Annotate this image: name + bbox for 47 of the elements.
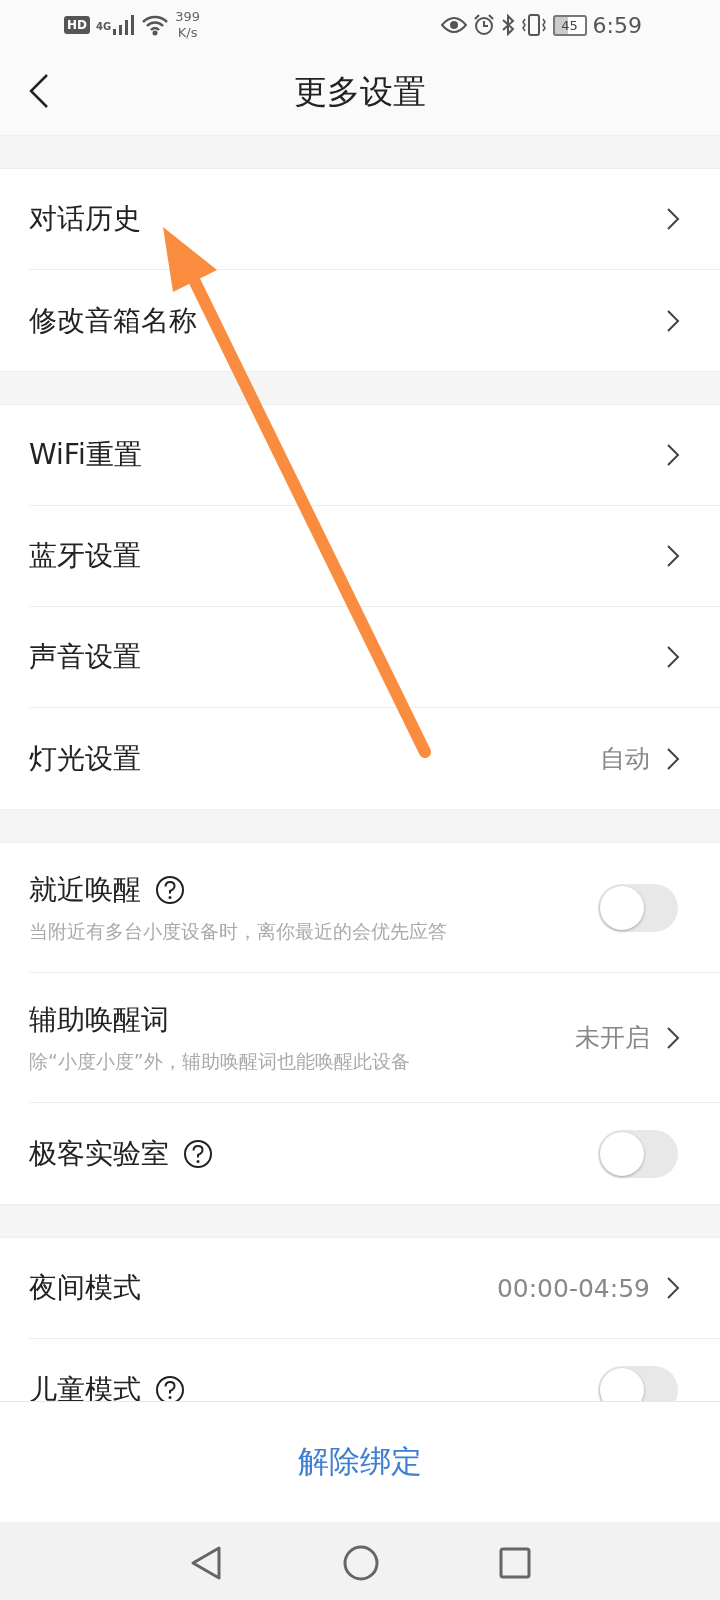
chevron-icon[interactable] <box>666 207 680 231</box>
network-type: 4G <box>96 21 112 32</box>
speed-unit: K/s <box>177 25 198 41</box>
network-speed: 399 <box>175 9 200 25</box>
setting-label: 蓝牙设置 <box>29 538 141 574</box>
vibrate-icon <box>520 14 547 36</box>
recents-icon[interactable] <box>499 1547 531 1579</box>
setting-label: WiFi重置 <box>29 437 142 473</box>
help-icon[interactable] <box>155 874 185 905</box>
chevron-icon[interactable] <box>666 443 680 467</box>
unbind-button[interactable]: 解除绑定 <box>294 1435 426 1489</box>
setting-value: 未开启 <box>575 1022 650 1054</box>
signal-icon <box>113 15 136 35</box>
chevron-icon[interactable] <box>666 544 680 568</box>
setting-label: 修改音箱名称 <box>29 302 197 339</box>
bluetooth-icon <box>500 14 515 36</box>
chevron-icon[interactable] <box>666 308 680 333</box>
back-icon[interactable] <box>29 74 49 108</box>
hd-badge: HD <box>64 16 90 34</box>
chevron-icon[interactable] <box>666 1025 680 1050</box>
setting-label: 对话历史 <box>29 201 141 237</box>
page-title: 更多设置 <box>294 71 426 113</box>
setting-label: 极客实验室 <box>29 1135 169 1172</box>
eye-icon <box>440 16 467 34</box>
home-icon[interactable] <box>343 1545 379 1581</box>
setting-label: 夜间模式 <box>29 1270 141 1306</box>
setting-label: 灯光设置 <box>29 740 141 777</box>
wifi-icon <box>141 14 170 36</box>
toggle-switch[interactable] <box>598 1129 678 1178</box>
help-icon[interactable] <box>155 1374 185 1401</box>
setting-label: 就近唤醒 <box>29 871 141 908</box>
setting-description: 当附近有多台小度设备时，离你最近的会优先应答 <box>29 918 447 944</box>
toggle-switch[interactable] <box>598 883 678 932</box>
chevron-icon[interactable] <box>666 746 680 771</box>
clock-time: 6:59 <box>592 12 642 38</box>
alarm-icon <box>472 14 495 36</box>
chevron-icon[interactable] <box>666 645 680 669</box>
chevron-icon[interactable] <box>666 1276 680 1300</box>
toggle-switch[interactable] <box>598 1365 678 1401</box>
help-icon[interactable] <box>183 1138 213 1169</box>
battery-indicator: 45 <box>552 14 587 36</box>
setting-description: 除“小度小度”外，辅助唤醒词也能唤醒此设备 <box>29 1048 410 1074</box>
back-nav-icon[interactable] <box>189 1545 223 1581</box>
setting-value: 00:00-04:59 <box>496 1273 650 1303</box>
setting-value: 自动 <box>600 743 650 775</box>
setting-label: 辅助唤醒词 <box>29 1001 169 1038</box>
setting-label: 声音设置 <box>29 639 141 675</box>
